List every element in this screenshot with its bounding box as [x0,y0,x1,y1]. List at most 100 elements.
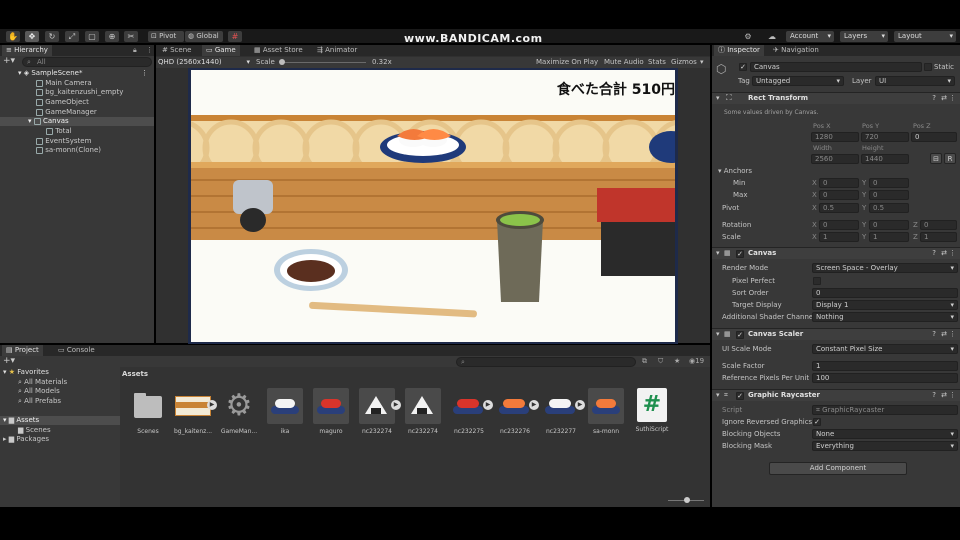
anchor-min-y-field[interactable]: 0 [869,178,909,188]
scale-y-field[interactable]: 1 [869,232,909,242]
tag-dropdown[interactable]: Untagged ▾ [752,76,844,86]
presets-icon[interactable]: ⇄ [941,330,947,338]
chevron-down-icon[interactable]: ▾ [700,57,704,67]
asset-item[interactable]: # SuthiScript [632,388,672,433]
scenes-folder[interactable]: ▆ Scenes [18,426,51,435]
anchor-max-x-field[interactable]: 0 [819,190,859,200]
scene-row[interactable]: ▾ ◈ SampleScene* ⋮ [18,69,154,78]
asset-item[interactable]: ika [265,388,305,435]
asset-item[interactable]: ▶ nc232274 [357,388,401,435]
anchor-min-x-field[interactable]: 0 [819,178,859,188]
blocking-mask-dropdown[interactable]: Everything ▾ [812,441,958,451]
hidden-packages-icon[interactable]: ◉19 [689,357,704,365]
raw-edit-button[interactable]: R [944,153,956,164]
add-component-button[interactable]: Add Component [769,462,907,475]
create-plus-icon[interactable]: +▾ [3,357,15,366]
mute-audio-toggle[interactable]: Mute Audio [604,57,644,67]
canvas-component-header[interactable]: ▾ ▦ ✓ Canvas ? ⇄ ⋮ [712,247,960,259]
hierarchy-item-eventsystem[interactable]: EventSystem [36,137,91,146]
tab-inspector[interactable]: ⓘ Inspector [714,45,764,56]
move-tool-icon[interactable]: ✥ [25,31,39,42]
resolution-dropdown[interactable]: QHD (2560x1440) ▾ [158,58,250,67]
component-enabled-checkbox[interactable]: ✓ [736,250,744,258]
pivot-toggle[interactable]: ⊡ Pivot [148,31,184,42]
hierarchy-item-samonn[interactable]: sa-monn(Clone) [36,146,101,155]
more-menu-icon[interactable]: ⋮ [146,46,153,54]
tab-scene[interactable]: # Scene [158,45,195,56]
target-display-dropdown[interactable]: Display 1 ▾ [812,300,958,310]
ignore-reversed-checkbox[interactable]: ✓ [813,418,821,426]
ref-ppu-field[interactable]: 100 [812,373,958,383]
hierarchy-item-canvas[interactable]: ▾ Canvas [0,117,154,126]
scale-tool-icon[interactable]: ⤢ [65,31,79,42]
help-icon[interactable]: ? [932,94,936,102]
asset-item[interactable]: ▶ bg_kaitenz... [173,388,217,435]
favorites-item[interactable]: ⌕ All Materials [18,378,67,387]
account-dropdown[interactable]: Account ▾ [786,31,834,42]
global-toggle[interactable]: ◍ Global [185,31,223,42]
width-field[interactable]: 2560 [811,154,859,164]
maximize-on-play-toggle[interactable]: Maximize On Play [536,57,598,67]
cloud-icon[interactable]: ☁ [765,31,779,42]
anchor-max-y-field[interactable]: 0 [869,190,909,200]
static-checkbox[interactable] [924,63,932,71]
expand-arrow-icon[interactable]: ▾ [28,117,32,125]
component-enabled-checkbox[interactable]: ✓ [736,331,744,339]
active-checkbox[interactable]: ✓ [739,63,747,71]
posx-field[interactable]: 1280 [811,132,859,142]
tab-animator[interactable]: ⇶ Animator [313,45,361,56]
lock-icon[interactable]: 🔒︎ [133,46,137,55]
hierarchy-item-main-camera[interactable]: Main Camera [36,79,92,88]
graphic-raycaster-header[interactable]: ▾ ⌗ ✓ Graphic Raycaster ? ⇄ ⋮ [712,389,960,401]
stats-toggle[interactable]: Stats [648,57,666,67]
hierarchy-item-gameobject[interactable]: GameObject [36,98,89,107]
tab-hierarchy[interactable]: ≡ Hierarchy [2,45,52,56]
pivot-y-field[interactable]: 0.5 [869,203,909,213]
tab-console[interactable]: ▭ Console [54,345,99,356]
favorite-star-icon[interactable]: ★ [674,357,680,365]
hand-tool-icon[interactable]: ✋ [6,31,20,42]
layer-dropdown[interactable]: UI ▾ [875,76,955,86]
hierarchy-item-total[interactable]: Total [46,127,72,136]
presets-icon[interactable]: ⇄ [941,94,947,102]
pixel-perfect-checkbox[interactable] [813,277,821,285]
project-search-input[interactable]: ⌕ [456,357,636,367]
more-menu-icon[interactable]: ⋮ [141,69,148,78]
asset-breadcrumb[interactable]: Assets [122,370,148,378]
rect-transform-header[interactable]: ▾ ⛶ Rect Transform ? ⇄ ⋮ [712,92,960,104]
posz-field[interactable]: 0 [911,132,957,142]
hierarchy-item-bg[interactable]: bg_kaitenzushi_empty [36,88,123,97]
asset-item[interactable]: maguro [311,388,351,435]
blocking-objects-dropdown[interactable]: None ▾ [812,429,958,439]
filter-label-icon[interactable]: ⛉ [658,357,663,366]
asset-item[interactable]: nc232274 [403,388,443,435]
asset-item[interactable]: ▶ nc232276 [495,388,539,435]
rotate-tool-icon[interactable]: ↻ [45,31,59,42]
transform-tool-icon[interactable]: ⊕ [105,31,119,42]
rotation-z-field[interactable]: 0 [920,220,957,230]
hierarchy-item-gamemanager[interactable]: GameManager [36,108,97,117]
more-menu-icon[interactable]: ⋮ [949,249,956,257]
scale-x-field[interactable]: 1 [819,232,859,242]
blueprint-mode-button[interactable]: ⊟ [930,153,942,164]
thumbnail-size-slider-handle[interactable] [684,497,690,503]
create-plus-icon[interactable]: +▾ [3,57,15,66]
hierarchy-search-input[interactable]: ⌕ All [22,57,152,67]
scale-factor-field[interactable]: 1 [812,361,958,371]
height-field[interactable]: 1440 [861,154,909,164]
favorites-folder[interactable]: ▾ ★ Favorites [3,368,49,377]
sort-order-field[interactable]: 0 [812,288,958,298]
packages-folder[interactable]: ▸ ▆ Packages [3,435,49,444]
asset-item[interactable]: ⚙ GameMan... [219,388,259,435]
asset-item[interactable]: ▶ nc232277 [541,388,585,435]
canvas-scaler-header[interactable]: ▾ ▦ ✓ Canvas Scaler ? ⇄ ⋮ [712,328,960,340]
tab-navigation[interactable]: ✈ Navigation [769,45,823,56]
help-icon[interactable]: ? [932,391,936,399]
pivot-x-field[interactable]: 0.5 [819,203,859,213]
scale-z-field[interactable]: 1 [920,232,957,242]
tab-game[interactable]: ▭ Game [202,45,240,56]
help-icon[interactable]: ? [932,249,936,257]
object-name-input[interactable]: Canvas [750,62,922,72]
favorites-item[interactable]: ⌕ All Prefabs [18,397,61,406]
posy-field[interactable]: 720 [861,132,909,142]
